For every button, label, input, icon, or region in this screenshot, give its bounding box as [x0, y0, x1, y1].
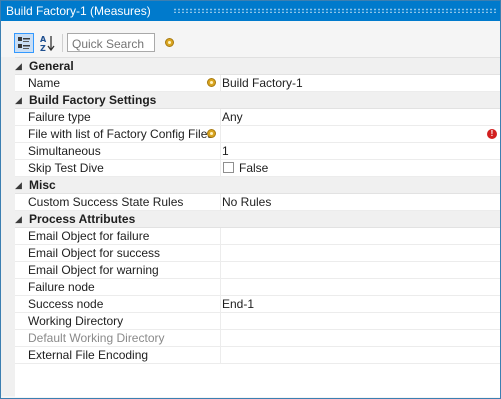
- collapse-toggle-icon[interactable]: ◢: [15, 180, 22, 191]
- property-value[interactable]: Build Factory-1: [222, 76, 303, 90]
- column-divider: [220, 109, 221, 125]
- collapse-toggle-icon[interactable]: ◢: [15, 61, 22, 72]
- property-row-external-file-encoding[interactable]: External File Encoding: [15, 347, 500, 364]
- category-process-attributes[interactable]: ◢ Process Attributes: [15, 211, 500, 228]
- info-icon[interactable]: [165, 38, 174, 47]
- property-name: File with list of Factory Config Files: [28, 127, 214, 141]
- property-name: Failure node: [28, 280, 95, 294]
- property-name: Email Object for warning: [28, 263, 159, 277]
- column-divider: [220, 296, 221, 312]
- column-divider: [220, 143, 221, 159]
- property-name: Simultaneous: [28, 144, 101, 158]
- property-row-simultaneous[interactable]: Simultaneous 1: [15, 143, 500, 160]
- collapse-toggle-icon[interactable]: ◢: [15, 214, 22, 225]
- property-value[interactable]: End-1: [222, 297, 254, 311]
- property-row-factory-config-files[interactable]: File with list of Factory Config Files !: [15, 126, 500, 143]
- sort-az-icon: A Z: [40, 35, 55, 53]
- property-value: False: [239, 161, 269, 175]
- info-icon[interactable]: [207, 78, 216, 87]
- info-icon[interactable]: [207, 129, 216, 138]
- column-divider: [220, 228, 221, 244]
- property-toolbar: A Z: [1, 31, 500, 57]
- alphabetical-sort-button[interactable]: A Z: [38, 33, 58, 53]
- window-titlebar[interactable]: Build Factory-1 (Measures): [1, 1, 500, 21]
- property-value[interactable]: No Rules: [222, 195, 271, 209]
- property-row-default-working-directory: Default Working Directory: [15, 330, 500, 347]
- column-divider: [220, 194, 221, 210]
- property-name: Skip Test Dive: [28, 161, 104, 175]
- categorized-view-button[interactable]: [14, 33, 34, 53]
- property-name: Default Working Directory: [28, 331, 165, 345]
- column-divider: [220, 126, 221, 142]
- property-value[interactable]: Any: [222, 110, 243, 124]
- property-row-email-warning[interactable]: Email Object for warning: [15, 262, 500, 279]
- titlebar-grip: [173, 8, 496, 13]
- property-grid: ◢ General Name Build Factory-1 ◢ Build F…: [15, 57, 500, 397]
- property-name: External File Encoding: [28, 348, 149, 362]
- window-title: Build Factory-1 (Measures): [6, 4, 151, 18]
- property-row-failure-node[interactable]: Failure node: [15, 279, 500, 296]
- svg-text:A: A: [40, 35, 47, 44]
- column-divider: [220, 160, 221, 176]
- skip-test-dive-checkbox[interactable]: [223, 162, 234, 173]
- properties-window: Build Factory-1 (Measures) A Z Quick Sea…: [0, 0, 501, 399]
- property-row-custom-success-state-rules[interactable]: Custom Success State Rules No Rules: [15, 194, 500, 211]
- property-row-skip-test-dive[interactable]: Skip Test Dive False: [15, 160, 500, 177]
- property-row-email-success[interactable]: Email Object for success: [15, 245, 500, 262]
- column-divider: [220, 245, 221, 261]
- column-divider: [220, 262, 221, 278]
- property-name: Working Directory: [28, 314, 124, 328]
- column-divider: [220, 330, 221, 346]
- property-name: Success node: [28, 297, 104, 311]
- category-misc[interactable]: ◢ Misc: [15, 177, 500, 194]
- toolbar-separator: [62, 34, 63, 52]
- categorized-icon: [18, 37, 30, 49]
- error-icon[interactable]: !: [487, 129, 497, 139]
- property-name: Custom Success State Rules: [28, 195, 184, 209]
- quick-search-input[interactable]: [67, 33, 155, 52]
- category-label: Build Factory Settings: [29, 93, 157, 107]
- grid-left-margin: [1, 57, 15, 396]
- property-name: Failure type: [28, 110, 91, 124]
- property-name: Name: [28, 76, 61, 90]
- property-row-success-node[interactable]: Success node End-1: [15, 296, 500, 313]
- svg-text:Z: Z: [40, 44, 46, 53]
- property-name: Email Object for failure: [28, 229, 150, 243]
- property-row-failure-type[interactable]: Failure type Any: [15, 109, 500, 126]
- category-build-factory-settings[interactable]: ◢ Build Factory Settings: [15, 92, 500, 109]
- category-general[interactable]: ◢ General: [15, 58, 500, 75]
- property-row-email-failure[interactable]: Email Object for failure: [15, 228, 500, 245]
- column-divider: [220, 279, 221, 295]
- property-name: Email Object for success: [28, 246, 161, 260]
- property-value[interactable]: 1: [222, 144, 229, 158]
- column-divider: [220, 313, 221, 329]
- column-divider: [220, 75, 221, 91]
- category-label: General: [29, 59, 74, 73]
- column-divider: [220, 347, 221, 363]
- category-label: Misc: [29, 178, 56, 192]
- property-row-working-directory[interactable]: Working Directory: [15, 313, 500, 330]
- category-label: Process Attributes: [29, 212, 136, 226]
- property-row-name[interactable]: Name Build Factory-1: [15, 75, 500, 92]
- collapse-toggle-icon[interactable]: ◢: [15, 95, 22, 106]
